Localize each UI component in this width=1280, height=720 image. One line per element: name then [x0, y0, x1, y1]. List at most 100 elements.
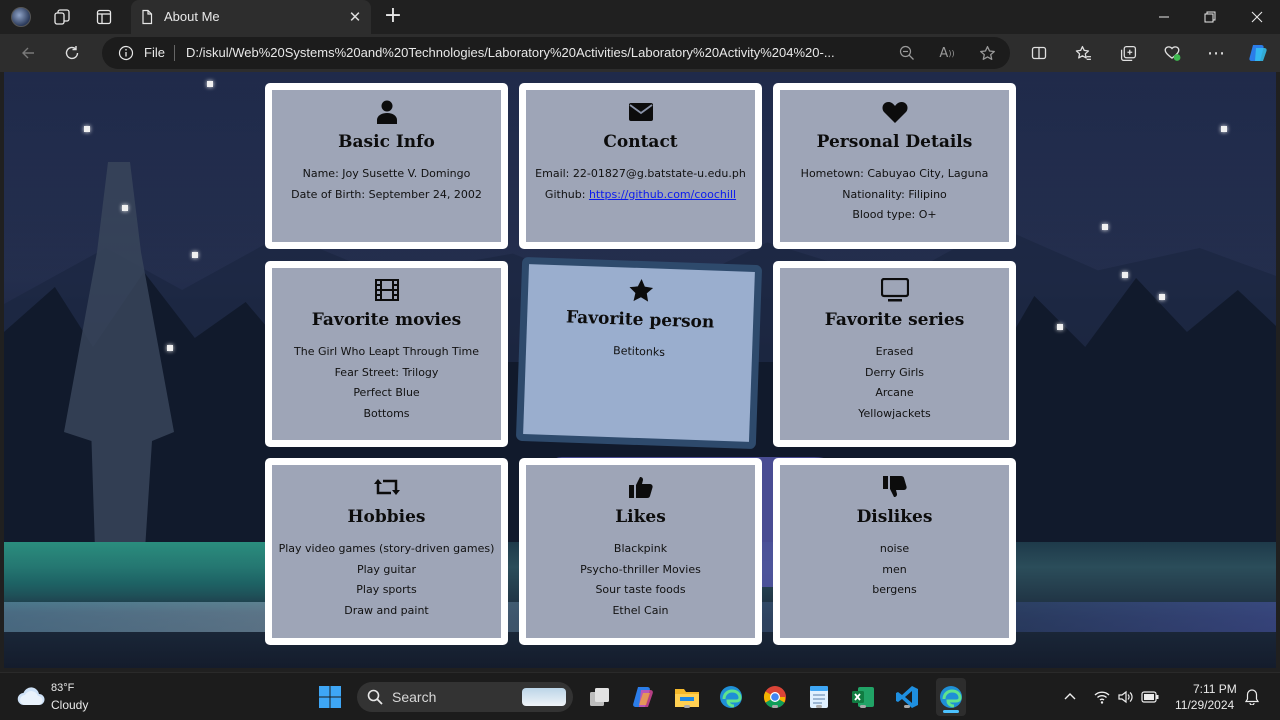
list-item: Arcane — [875, 386, 914, 399]
card-title: Favorite series — [824, 310, 965, 330]
birthdate-text: Date of Birth: September 24, 2002 — [291, 187, 482, 201]
thumbs-up-icon — [526, 474, 755, 500]
name-text: Name: Joy Susette V. Domingo — [302, 167, 471, 180]
weather-temperature[interactable]: 83°F — [51, 682, 74, 694]
card-favorite-movies: Favorite movies The Girl Who Leapt Throu… — [265, 261, 508, 447]
vscode-icon[interactable] — [893, 683, 921, 711]
list-item: Play video games (story-driven games) — [278, 542, 495, 555]
url-divider — [174, 45, 175, 61]
background-star — [167, 345, 173, 351]
task-view-icon[interactable] — [586, 683, 614, 711]
background-star — [84, 126, 90, 132]
clock-date[interactable]: 11/29/2024 — [1175, 698, 1234, 712]
cloud-weather-icon[interactable] — [17, 685, 45, 707]
list-item: Play guitar — [356, 562, 417, 576]
card-title: Favorite movies — [311, 310, 462, 330]
new-tab-button[interactable]: + — [381, 5, 405, 29]
retweet-icon — [272, 474, 501, 500]
url-text[interactable]: D:/iskul/Web%20Systems%20and%20Technolog… — [186, 45, 876, 60]
restore-icon[interactable] — [1198, 5, 1222, 29]
title-bar: About Me ✕ + — [0, 0, 1280, 34]
favorites-icon[interactable] — [1071, 41, 1095, 65]
windows-start-icon[interactable] — [316, 683, 344, 711]
chrome-icon[interactable] — [761, 683, 789, 711]
github-label: Github: — [544, 187, 589, 201]
file-explorer-icon[interactable] — [673, 683, 701, 711]
edge-active-icon[interactable] — [936, 678, 966, 716]
info-icon[interactable] — [118, 45, 134, 61]
background-star — [1102, 224, 1108, 230]
volume-icon[interactable] — [1117, 688, 1135, 706]
battery-icon[interactable] — [1141, 688, 1159, 706]
background-star — [1159, 294, 1165, 300]
chevron-up-icon[interactable] — [1061, 688, 1079, 706]
notification-bell-icon[interactable] — [1243, 688, 1261, 706]
list-item: men — [882, 562, 907, 576]
card-title: Personal Details — [816, 132, 973, 152]
excel-icon[interactable] — [849, 683, 877, 711]
background-star — [192, 252, 198, 258]
refresh-icon[interactable] — [60, 41, 84, 65]
clock-time[interactable]: 7:11 PM — [1193, 682, 1237, 696]
card-hobbies: Hobbies Play video games (story-driven g… — [265, 458, 508, 645]
list-item: Fear Street: Trilogy — [334, 365, 439, 379]
page-viewport: Basic Info Name: Joy Susette V. Domingo … — [4, 72, 1276, 668]
card-title: Likes — [615, 507, 666, 527]
split-screen-icon[interactable] — [1027, 41, 1051, 65]
weather-condition[interactable]: Cloudy — [51, 698, 88, 712]
notepad-icon[interactable] — [805, 683, 833, 711]
address-bar[interactable]: File D:/iskul/Web%20Systems%20and%20Tech… — [102, 37, 1010, 69]
thumbs-down-icon — [780, 474, 1009, 500]
background-star — [207, 81, 213, 87]
card-title: Basic Info — [338, 132, 435, 152]
minimize-icon[interactable] — [1152, 5, 1176, 29]
card-personal-details: Personal Details Hometown: Cabuyao City,… — [773, 83, 1016, 249]
list-item: Betitonks — [612, 344, 666, 359]
copilot-app-icon[interactable] — [629, 683, 657, 711]
hometown-text: Hometown: Cabuyao City, Laguna — [800, 167, 989, 180]
close-tab-icon[interactable]: ✕ — [345, 7, 365, 27]
background-star — [122, 205, 128, 211]
list-item: Play sports — [356, 583, 417, 596]
running-indicator — [772, 705, 778, 708]
close-window-icon[interactable] — [1245, 5, 1269, 29]
active-indicator — [943, 710, 959, 713]
card-title: Contact — [603, 132, 678, 152]
tv-icon — [780, 277, 1009, 303]
search-highlight-image — [522, 688, 566, 706]
background-star — [1122, 272, 1128, 278]
film-icon — [272, 277, 501, 303]
profile-avatar-icon[interactable] — [9, 5, 33, 29]
running-indicator — [860, 705, 866, 708]
more-options-icon[interactable]: ⋯ — [1204, 41, 1228, 65]
document-icon — [139, 9, 155, 25]
browser-tab-about-me[interactable]: About Me ✕ — [131, 0, 371, 34]
wifi-icon[interactable] — [1093, 688, 1111, 706]
card-contact: Contact Email: 22-01827@g.batstate-u.edu… — [519, 83, 762, 249]
vertical-tabs-icon[interactable] — [92, 5, 116, 29]
workspaces-icon[interactable] — [50, 5, 74, 29]
collections-icon[interactable] — [1116, 41, 1140, 65]
running-indicator — [904, 705, 910, 708]
back-arrow-icon[interactable] — [16, 41, 40, 65]
browser-essentials-icon[interactable] — [1160, 41, 1184, 65]
card-title: Hobbies — [347, 507, 426, 527]
taskbar-search[interactable]: Search — [357, 682, 573, 712]
github-link[interactable]: https://github.com/coochill — [589, 188, 736, 201]
copilot-icon[interactable] — [1246, 41, 1270, 65]
read-aloud-icon[interactable]: A)) — [937, 43, 957, 63]
list-item: Draw and paint — [344, 603, 429, 617]
list-item: Erased — [875, 345, 914, 358]
card-title: Favorite person — [565, 307, 715, 333]
running-indicator — [816, 705, 822, 708]
list-item: Derry Girls — [865, 365, 924, 379]
navigation-bar: File D:/iskul/Web%20Systems%20and%20Tech… — [0, 34, 1280, 72]
add-favorite-star-icon[interactable] — [977, 43, 997, 63]
card-favorite-person[interactable]: Favorite person Betitonks — [515, 256, 763, 450]
email-text: Email: 22-01827@g.batstate-u.edu.ph — [535, 167, 746, 180]
zoom-out-icon[interactable] — [897, 43, 917, 63]
star-icon — [528, 273, 755, 307]
edge-icon[interactable] — [717, 683, 745, 711]
file-scheme-label: File — [144, 45, 165, 60]
github-line: Github: https://github.com/coochill — [526, 185, 755, 206]
